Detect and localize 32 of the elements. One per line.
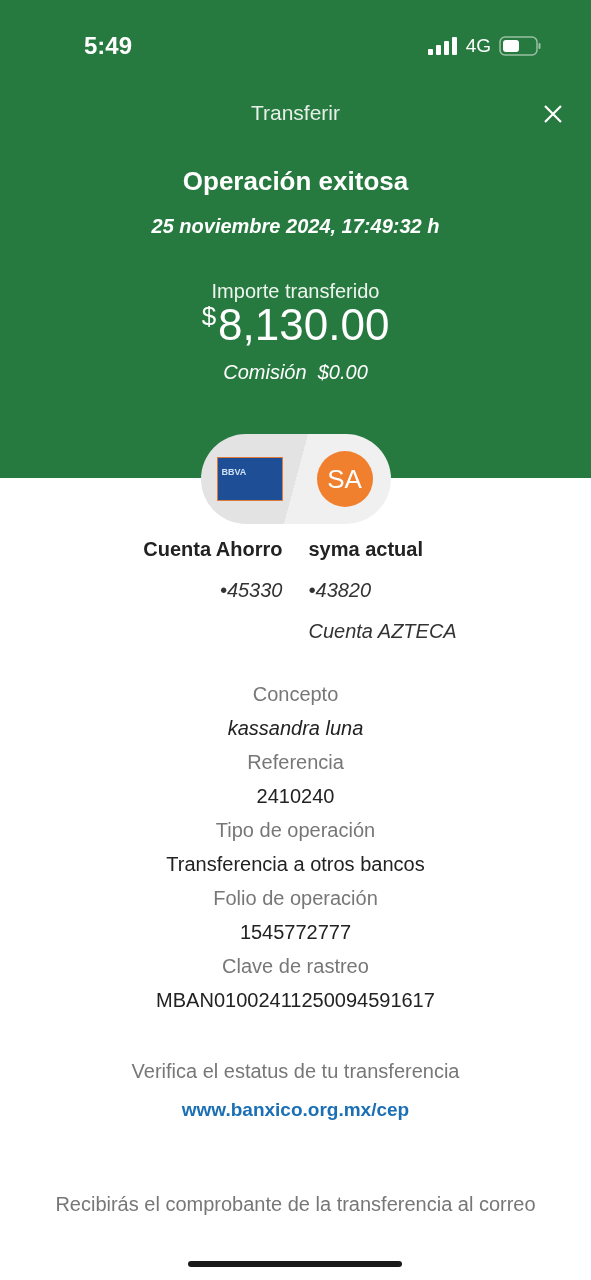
detail-value: MBAN01002411250094591617 [156, 989, 435, 1012]
recipient-avatar: SA [316, 451, 373, 507]
detail-label: Concepto [252, 683, 339, 706]
origin-account-number: •45330 [219, 579, 283, 602]
status-time: 5:49 [84, 32, 133, 60]
close-icon [543, 104, 563, 124]
recipient-account-number: •43820 [308, 579, 372, 602]
operation-date: 25 noviembre 2024, 17:49:32 h [151, 215, 440, 238]
card-logo-text: BBVA [221, 467, 247, 477]
signal-icon [427, 37, 458, 55]
screen-title: Transferir [250, 101, 341, 126]
currency-symbol: $ [201, 303, 217, 329]
detail-label: Clave de rastreo [222, 955, 369, 978]
detail-value: Transferencia a otros bancos [166, 853, 425, 876]
verify-text: Verifica el estatus de tu transferencia [131, 1060, 460, 1083]
detail-label: Referencia [247, 751, 344, 774]
detail-value: 2410240 [256, 785, 335, 808]
detail-value: kassandra luna [227, 717, 364, 740]
commission-text: Comisión $0.00 [223, 361, 368, 384]
banxico-link[interactable]: www.banxico.org.mx/cep [181, 1099, 410, 1121]
origin-account-name: Cuenta Ahorro [143, 538, 283, 561]
detail-label: Tipo de operación [215, 819, 376, 842]
recipient-name: syma actual [308, 538, 423, 561]
detail-value: 1545772777 [239, 921, 352, 944]
recipient-bank: Cuenta AZTECA [308, 620, 457, 643]
success-title: Operación exitosa [182, 166, 409, 197]
email-note: Recibirás el comprobante de la transferencia al correo [54, 1193, 537, 1216]
battery-icon [499, 36, 541, 56]
network-label: 4G [465, 35, 491, 57]
amount-value: 8,130.00 [218, 303, 390, 347]
detail-label: Folio de operación [213, 887, 378, 910]
amount-label: Importe transferido [211, 280, 380, 303]
